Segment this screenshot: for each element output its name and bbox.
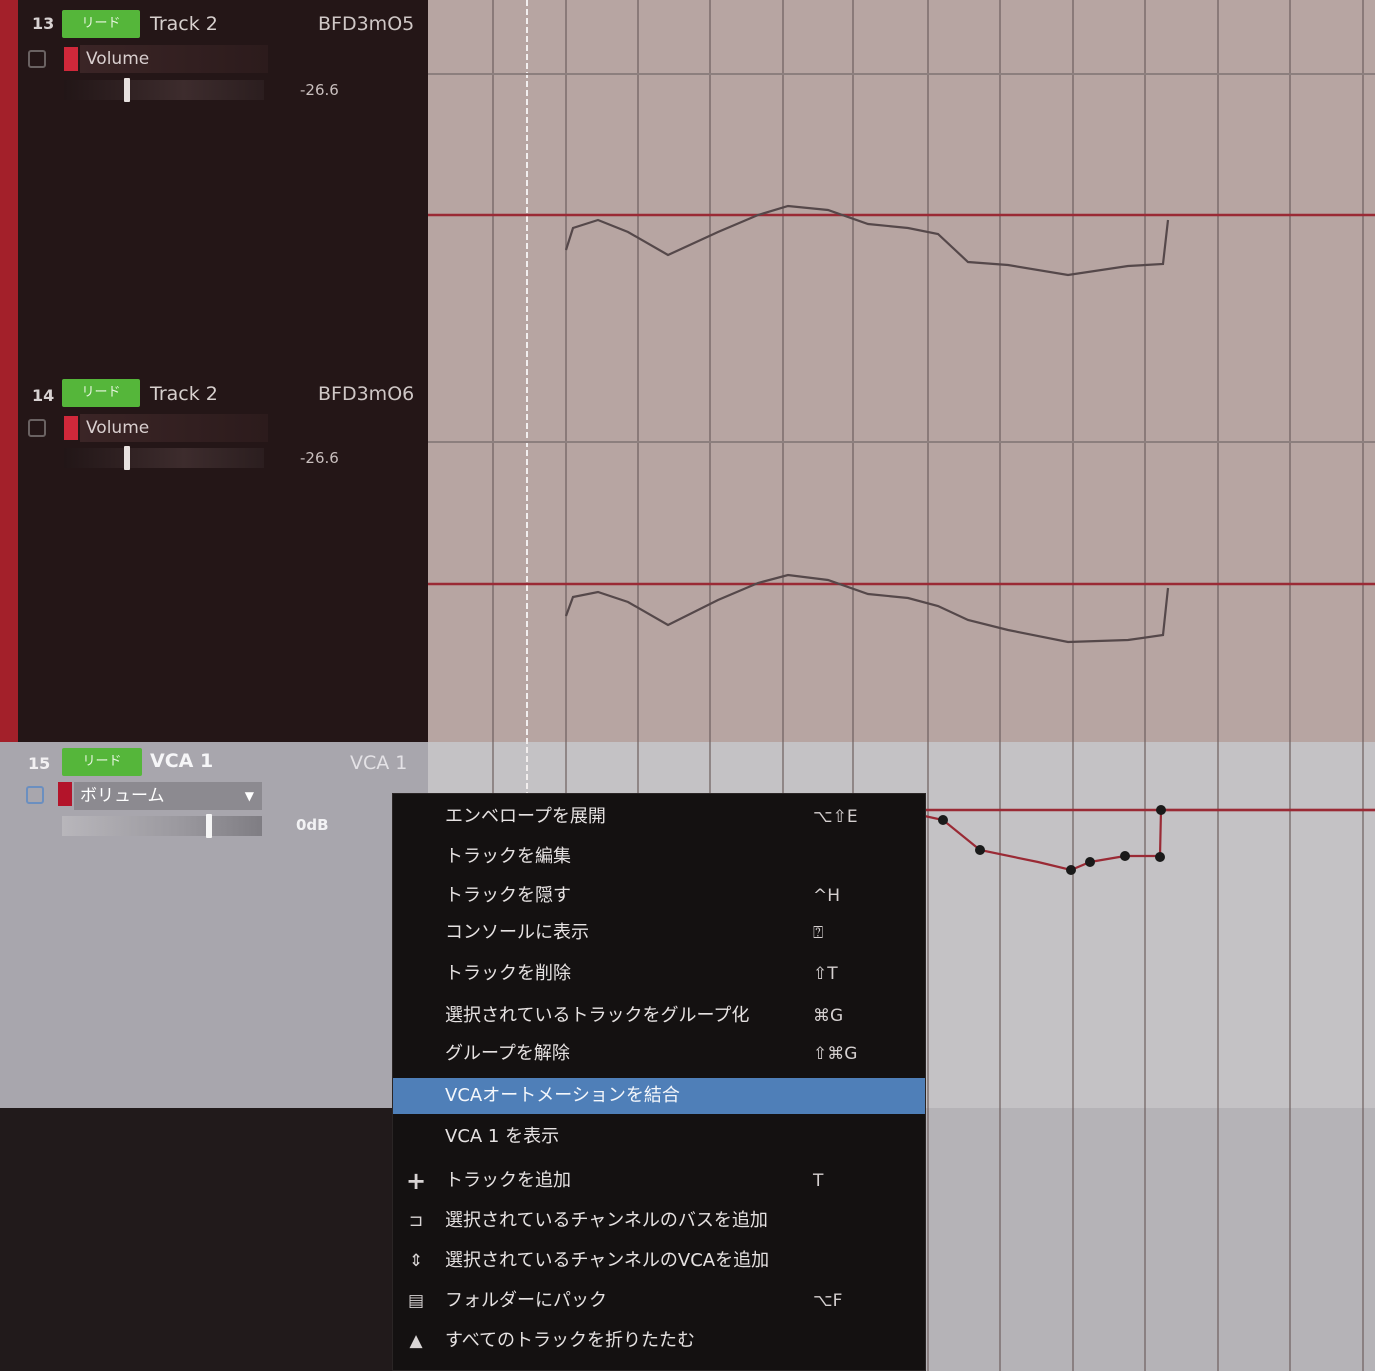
fader-knob[interactable] xyxy=(206,814,212,838)
collapse-icon: ▲ xyxy=(409,1331,423,1351)
fader-knob[interactable] xyxy=(124,446,130,470)
bus-icon: ⊐ xyxy=(408,1211,424,1231)
parameter-select[interactable]: ボリューム ▼ xyxy=(74,782,262,810)
menu-item-pack-folder[interactable]: ▤ フォルダーにパック ⌥F xyxy=(393,1283,925,1319)
track-number: 14 xyxy=(32,386,55,405)
automation-visible-icon[interactable] xyxy=(28,50,46,68)
parameter-label: ボリューム xyxy=(80,786,165,806)
menu-item-edit-track[interactable]: トラックを編集 xyxy=(393,839,925,875)
menu-item-label: グループを解除 xyxy=(445,1043,570,1064)
menu-item-label: トラックを削除 xyxy=(445,963,571,984)
parameter-select[interactable]: Volume xyxy=(80,45,268,73)
menu-item-label: VCAオートメーションを結合 xyxy=(445,1085,680,1106)
menu-item-group-selected[interactable]: 選択されているトラックをグループ化 ⌘G xyxy=(393,998,925,1034)
menu-item-combine-vca-automation[interactable]: VCAオートメーションを結合 xyxy=(393,1078,925,1114)
parameter-select[interactable]: Volume xyxy=(80,414,268,442)
track-context-menu: エンベロープを展開 ⌥⇧E トラックを編集 トラックを隠す ^H コンソールに表… xyxy=(392,793,926,1371)
menu-item-hide-track[interactable]: トラックを隠す ^H xyxy=(393,878,925,914)
menu-item-label: トラックを隠す xyxy=(445,885,571,906)
automation-mode-button[interactable]: リード xyxy=(62,748,142,776)
track-name[interactable]: Track 2 xyxy=(150,383,218,405)
automation-mode-button[interactable]: リード xyxy=(62,10,140,38)
menu-item-shortcut: ⌥⇧E xyxy=(813,807,858,827)
track-name[interactable]: VCA 1 xyxy=(150,750,213,772)
menu-item-label: VCA 1 を表示 xyxy=(445,1126,560,1147)
menu-item-delete-track[interactable]: トラックを削除 ⇧T xyxy=(393,956,925,992)
vca-icon: ⇕ xyxy=(408,1251,424,1271)
menu-item-shortcut: ^H xyxy=(813,886,841,906)
menu-item-label: コンソールに表示 xyxy=(445,922,589,943)
menu-item-add-bus[interactable]: ⊐ 選択されているチャンネルのバスを追加 xyxy=(393,1203,925,1239)
menu-item-shortcut: ⍰ xyxy=(813,923,824,943)
menu-item-label: フォルダーにパック xyxy=(445,1290,607,1311)
folder-icon: ▤ xyxy=(407,1291,425,1311)
fader-value: -26.6 xyxy=(300,81,339,99)
track-header-vca[interactable]: 15 リード VCA 1 VCA 1 ボリューム ▼ 0dB xyxy=(0,742,428,1108)
menu-item-add-track[interactable]: + トラックを追加 T xyxy=(393,1163,925,1199)
menu-item-label: 選択されているチャンネルのVCAを追加 xyxy=(445,1250,770,1271)
menu-item-expand-envelope[interactable]: エンベロープを展開 ⌥⇧E xyxy=(393,799,925,835)
menu-item-show-in-console[interactable]: コンソールに表示 ⍰ xyxy=(393,915,925,951)
track-header-14[interactable]: 14 リード Track 2 BFD3mO6 Volume -26.6 xyxy=(0,372,428,742)
menu-item-label: トラックを編集 xyxy=(445,846,571,867)
track-number: 13 xyxy=(32,14,55,33)
empty-track-area xyxy=(0,1108,428,1371)
menu-item-label: 選択されているチャンネルのバスを追加 xyxy=(445,1210,768,1231)
volume-fader[interactable] xyxy=(64,448,264,468)
automation-visible-icon[interactable] xyxy=(26,786,44,804)
track-input-label: VCA 1 xyxy=(350,752,408,774)
vca-automation-curve xyxy=(919,808,1375,872)
plus-icon: + xyxy=(405,1167,427,1195)
track-header-13[interactable]: 13 リード Track 2 BFD3mO5 Volume -26.6 xyxy=(0,0,428,372)
menu-item-shortcut: ⌥F xyxy=(813,1291,843,1311)
automation-mode-button[interactable]: リード xyxy=(62,379,140,407)
menu-item-ungroup[interactable]: グループを解除 ⇧⌘G xyxy=(393,1036,925,1072)
menu-item-label: エンベロープを展開 xyxy=(445,806,606,827)
menu-item-label: トラックを追加 xyxy=(445,1170,571,1191)
track-input-label: BFD3mO6 xyxy=(318,383,415,405)
menu-item-shortcut: ⇧T xyxy=(813,964,838,984)
parameter-color-chip xyxy=(64,47,78,71)
menu-item-collapse-all[interactable]: ▲ すべてのトラックを折りたたむ xyxy=(393,1323,925,1359)
automation-visible-icon[interactable] xyxy=(28,419,46,437)
menu-item-label: すべてのトラックを折りたたむ xyxy=(445,1330,696,1351)
menu-item-shortcut: ⌘G xyxy=(813,1006,844,1026)
menu-item-add-vca[interactable]: ⇕ 選択されているチャンネルのVCAを追加 xyxy=(393,1243,925,1279)
track-name[interactable]: Track 2 xyxy=(150,13,218,35)
volume-fader[interactable] xyxy=(62,816,262,836)
volume-fader[interactable] xyxy=(64,80,264,100)
menu-item-label: 選択されているトラックをグループ化 xyxy=(445,1005,750,1026)
menu-item-shortcut: T xyxy=(813,1171,824,1191)
track-number: 15 xyxy=(28,754,51,773)
waveform-region xyxy=(564,204,1170,277)
fader-value: 0dB xyxy=(296,816,329,834)
parameter-color-chip xyxy=(64,416,78,440)
parameter-color-chip xyxy=(58,782,72,806)
track-color-bar xyxy=(0,372,18,742)
chevron-down-icon: ▼ xyxy=(244,789,254,803)
menu-item-shortcut: ⇧⌘G xyxy=(813,1044,858,1064)
fader-knob[interactable] xyxy=(124,78,130,102)
menu-item-show-vca[interactable]: VCA 1 を表示 xyxy=(393,1119,925,1155)
fader-value: -26.6 xyxy=(300,449,339,467)
track-input-label: BFD3mO5 xyxy=(318,13,415,35)
track-color-bar xyxy=(0,0,18,372)
